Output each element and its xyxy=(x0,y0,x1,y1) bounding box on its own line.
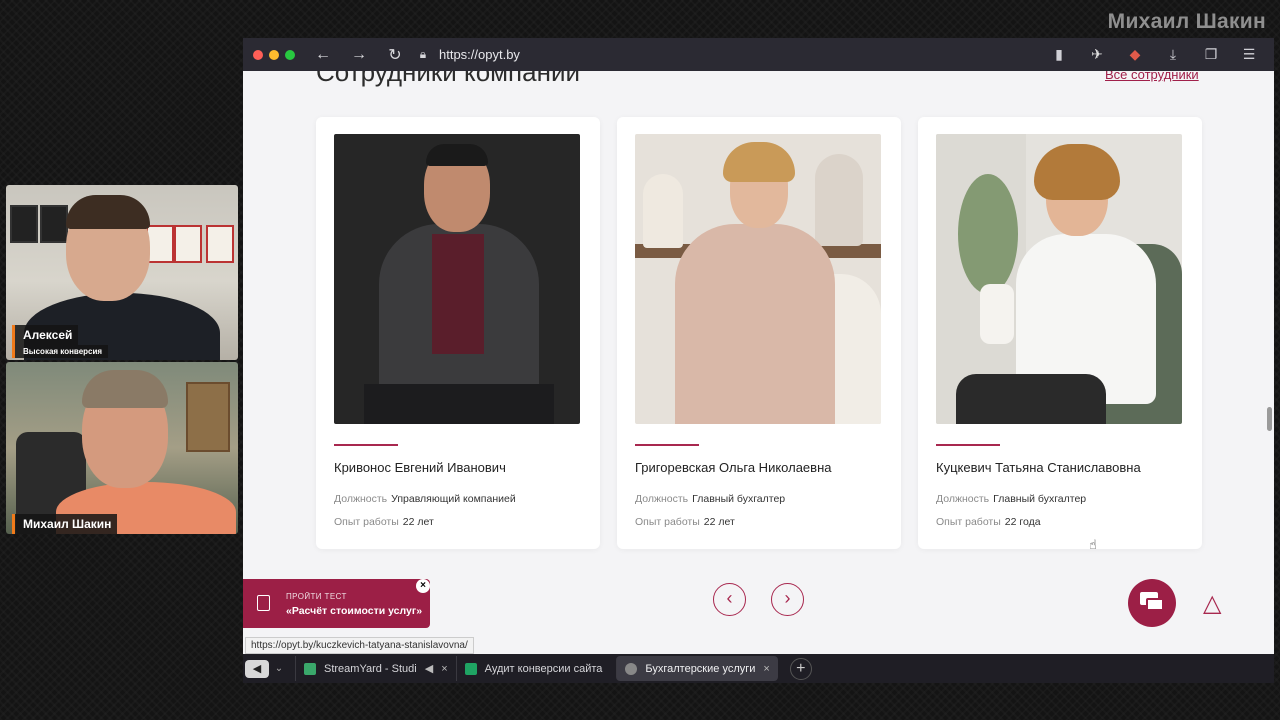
section-title: Сотрудники компании xyxy=(316,71,580,87)
wall-certificate xyxy=(146,225,174,263)
employee-card[interactable]: Кривонос Евгений Иванович Должность Управ… xyxy=(316,117,600,549)
chat-bubble-icon xyxy=(1146,598,1164,611)
employee-photo xyxy=(635,134,881,424)
download-icon[interactable]: ⤓ xyxy=(1154,46,1192,63)
new-tab-plus-icon[interactable]: + xyxy=(789,657,812,680)
document-icon xyxy=(257,595,270,611)
close-tab-icon[interactable]: × xyxy=(763,663,769,675)
sheets-favicon-icon xyxy=(464,662,477,675)
employee-experience-row: Опыт работы 22 года xyxy=(936,516,1041,528)
all-employees-link[interactable]: Все сотрудники xyxy=(1105,71,1199,82)
minimize-window-dot[interactable] xyxy=(269,49,279,60)
tab-title: StreamYard - Studi xyxy=(324,662,417,675)
tabs-icon[interactable]: ❐ xyxy=(1192,46,1230,63)
tab-audit[interactable]: Аудит конверсии сайта xyxy=(455,656,611,681)
webcam-mikhail: Михаил Шакин xyxy=(6,362,238,534)
employee-photo xyxy=(334,134,580,424)
wall-certificate xyxy=(174,225,202,263)
tab-bar: ◀︎ ⌄ StreamYard - Studi ◀︎ × Аудит конве… xyxy=(243,654,1274,683)
page-scrollbar[interactable] xyxy=(1267,407,1272,431)
accent-line xyxy=(334,444,398,446)
test-banner[interactable]: ПРОЙТИ ТЕСТ «Расчёт стоимости услуг» xyxy=(243,579,430,628)
back-arrow-icon[interactable]: ← xyxy=(305,46,341,64)
wall-poster xyxy=(40,205,68,243)
forward-arrow-icon[interactable]: → xyxy=(341,46,377,64)
employee-card[interactable]: Григоревская Ольга Николаевна Должность Г… xyxy=(617,117,901,549)
carousel-prev-button[interactable]: ‹ xyxy=(713,583,746,616)
site-favicon-icon xyxy=(625,662,638,675)
accent-line xyxy=(936,444,1000,446)
browser-toolbar: ← → ↻ 🔒︎ https://opyt.by ▮ ✈ ◆ ⤓ ❐ ☰ xyxy=(243,38,1274,71)
chat-button[interactable] xyxy=(1128,579,1176,627)
extension-icon[interactable]: ◆ xyxy=(1116,46,1154,63)
toolbar-actions: ▮ ✈ ◆ ⤓ ❐ ☰ xyxy=(1040,38,1268,71)
employee-card[interactable]: Куцкевич Татьяна Станиславовна Должность… xyxy=(918,117,1202,549)
close-window-dot[interactable] xyxy=(253,49,263,60)
employee-name[interactable]: Григоревская Ольга Николаевна xyxy=(635,460,831,475)
tab-title: Аудит конверсии сайта xyxy=(484,662,603,675)
employee-photo xyxy=(936,134,1182,424)
person-hair xyxy=(66,195,150,229)
employee-position-row: Должность Главный бухгалтер xyxy=(635,493,786,505)
send-arrow-icon[interactable]: △ xyxy=(1203,589,1221,618)
close-tab-icon[interactable]: × xyxy=(441,663,447,675)
bookshelf xyxy=(186,382,230,452)
cam-name-label: Алексей xyxy=(12,325,79,345)
streamyard-favicon-icon xyxy=(304,662,316,675)
employee-position-row: Должность Главный бухгалтер xyxy=(936,493,1087,505)
presenter-name: Михаил Шакин xyxy=(1107,10,1266,33)
close-icon[interactable]: × xyxy=(416,579,430,593)
bookmark-icon[interactable]: ▮ xyxy=(1040,46,1078,63)
wall-poster xyxy=(10,205,38,243)
employee-position-row: Должность Управляющий компанией xyxy=(334,493,516,505)
page-content: Сотрудники компании Все сотрудники Криво… xyxy=(243,71,1274,654)
browser-window: ← → ↻ 🔒︎ https://opyt.by ▮ ✈ ◆ ⤓ ❐ ☰ Сот… xyxy=(243,38,1274,654)
webcam-aleksey: Алексей Высокая конверсия xyxy=(6,185,238,360)
tab-audio-icon[interactable]: ◀︎ xyxy=(425,662,433,675)
test-banner-kicker: ПРОЙТИ ТЕСТ xyxy=(286,592,347,601)
reload-icon[interactable]: ↻ xyxy=(377,45,413,65)
employee-experience-row: Опыт работы 22 лет xyxy=(334,516,434,528)
person-hair xyxy=(82,370,168,408)
maximize-window-dot[interactable] xyxy=(285,49,295,60)
employee-name[interactable]: Куцкевич Татьяна Станиславовна xyxy=(936,460,1141,475)
chevron-down-icon[interactable]: ⌄ xyxy=(269,663,289,674)
cam-name-label: Михаил Шакин xyxy=(12,514,118,534)
tab-accounting-active[interactable]: Бухгалтерские услуги × xyxy=(616,656,778,681)
accent-line xyxy=(635,444,699,446)
menu-icon[interactable]: ☰ xyxy=(1230,46,1268,63)
extension-rocket-icon[interactable]: ✈ xyxy=(1078,46,1116,63)
employee-name[interactable]: Кривонос Евгений Иванович xyxy=(334,460,506,475)
cam-subtitle-label: Высокая конверсия xyxy=(12,345,109,358)
employee-experience-row: Опыт работы 22 лет xyxy=(635,516,735,528)
carousel-next-button[interactable]: › xyxy=(771,583,804,616)
wall-certificate xyxy=(206,225,234,263)
address-bar[interactable]: https://opyt.by xyxy=(439,47,520,62)
hand-cursor-icon: ☝ xyxy=(1089,537,1097,552)
lock-icon: 🔒︎ xyxy=(419,47,427,61)
test-banner-title: «Расчёт стоимости услуг» xyxy=(286,605,423,617)
speaker-icon[interactable]: ◀︎ xyxy=(245,659,269,678)
tab-title: Бухгалтерские услуги xyxy=(645,662,756,675)
status-url-tooltip: https://opyt.by/kuczkevich-tatyana-stani… xyxy=(245,637,474,654)
tab-streamyard[interactable]: StreamYard - Studi ◀︎ × xyxy=(295,656,456,681)
